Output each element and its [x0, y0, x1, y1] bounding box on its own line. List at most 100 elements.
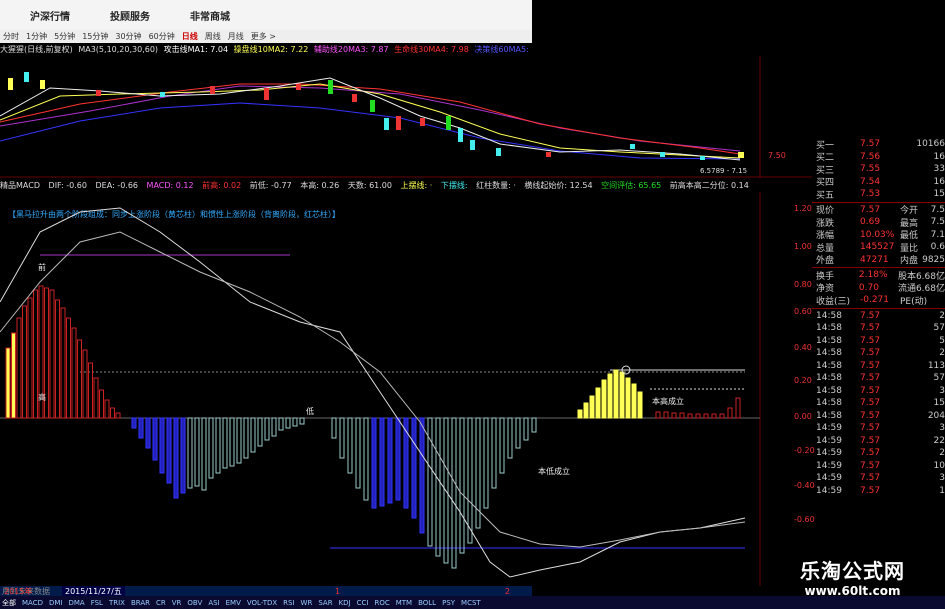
macd-bar	[131, 417, 137, 429]
indicator-tab[interactable]: MTM	[396, 599, 412, 607]
macd-bar	[507, 417, 513, 459]
indicator-tab[interactable]: RSI	[283, 599, 294, 607]
bid-row[interactable]: 买一 7.57 10166	[812, 138, 945, 151]
tick-row: 14:58 7.57 15	[812, 397, 945, 410]
macd-bar	[138, 417, 144, 439]
macd-bar	[371, 417, 377, 509]
tick-row: 14:58 7.57 57	[812, 322, 945, 335]
macd-bar	[499, 417, 505, 474]
stat-row: 外盘 47271 内盘 9825	[812, 254, 945, 267]
macd-bar	[711, 413, 717, 419]
candle	[396, 116, 401, 130]
macd-bar	[637, 391, 643, 419]
y-tick: 0.20	[794, 376, 812, 385]
stat-key2: 今开	[900, 206, 919, 217]
indicator-tab[interactable]: TRIX	[109, 599, 125, 607]
tick-time: 14:58	[816, 373, 842, 384]
candle	[420, 118, 425, 126]
indicator-tab[interactable]: KDJ	[339, 599, 351, 607]
indicator-tab[interactable]: FSL	[91, 599, 103, 607]
macd-prev-low: 前低: -0.77	[249, 181, 292, 190]
indicator-tab[interactable]: VR	[172, 599, 182, 607]
indicator-name: 大猩猩(日线,前复权)	[0, 45, 73, 54]
candle	[210, 86, 215, 94]
stat-key: 涨幅	[816, 231, 835, 242]
macd-bar	[243, 417, 249, 459]
macd-bar	[33, 289, 38, 419]
bid-row[interactable]: 买四 7.54 16	[812, 176, 945, 189]
watermark-url: www.60lt.com	[804, 584, 901, 598]
tab-period-4[interactable]: 30分钟	[115, 31, 141, 42]
indicator-tab[interactable]: MACD	[22, 599, 43, 607]
bid-row[interactable]: 买三 7.55 33	[812, 163, 945, 176]
stats-list: 现价 7.57 今开 7.5 涨跌 0.69 最高 7.5 涨幅 10.03% 最低 7.1 总量 145…	[812, 204, 945, 267]
tab-period-7[interactable]: 周线	[205, 31, 221, 42]
tab-period-5[interactable]: 60分钟	[149, 31, 175, 42]
bid-label: 买四	[816, 178, 835, 189]
tab-period-0[interactable]: 分时	[3, 31, 19, 42]
indicator-tab[interactable]: ROC	[374, 599, 389, 607]
tab-period-6[interactable]: 日线	[182, 31, 198, 42]
stat-value: 0.70	[858, 282, 879, 293]
macd-bar	[719, 413, 725, 419]
watermark: 乐淘公式网 www.60lt.com	[760, 555, 945, 609]
tick-price: 7.57	[860, 410, 881, 421]
date-row: 2015年 2015/11/27/五 1 2	[0, 585, 532, 597]
candle	[296, 84, 301, 90]
macd-bar	[531, 417, 537, 433]
bid-row[interactable]: 买二 7.56 16	[812, 151, 945, 164]
indicator-tab[interactable]: DMI	[49, 599, 63, 607]
bid-row[interactable]: 买五 7.53 15	[812, 188, 945, 201]
candlestick-chart[interactable]: 7.50 6.5789 - 7.15	[0, 56, 812, 178]
tick-price: 7.57	[860, 435, 881, 446]
candle	[370, 100, 375, 112]
indicator-tab[interactable]: PSY	[442, 599, 455, 607]
macd-bar	[236, 417, 242, 464]
macd-value: MACD: 0.12	[146, 181, 194, 190]
tab-period-2[interactable]: 5分钟	[54, 31, 75, 42]
indicator-tab[interactable]: CR	[156, 599, 166, 607]
tick-volume: 22	[933, 435, 945, 446]
indicator-tab[interactable]: EMV	[226, 599, 241, 607]
indicator-tab[interactable]: SAR	[318, 599, 332, 607]
indicator-tab[interactable]: BOLL	[418, 599, 436, 607]
stat-key: 净资	[816, 284, 835, 295]
macd-chart[interactable]: 前 高 低 本高成立 本低成立	[0, 192, 812, 586]
macd-bar	[66, 317, 71, 419]
macd-bar	[222, 417, 228, 469]
indicator-tab[interactable]: OBV	[187, 599, 202, 607]
indicator-tab[interactable]: 全部	[2, 598, 16, 608]
tab-period-more[interactable]: 更多 >	[251, 31, 276, 42]
tab-period-8[interactable]: 月线	[228, 31, 244, 42]
tab-period-3[interactable]: 15分钟	[82, 31, 108, 42]
indicator-tab[interactable]: DMA	[68, 599, 84, 607]
tick-price: 7.57	[860, 423, 881, 434]
macd-histogram	[5, 285, 741, 569]
stat-row: 总量 145527 量比 0.6	[812, 241, 945, 254]
tick-price: 7.57	[860, 448, 881, 459]
macd-bar	[27, 297, 33, 419]
indicator-tab[interactable]: CCI	[357, 599, 369, 607]
indicator-tab[interactable]: VOL-TDX	[247, 599, 277, 607]
candle	[700, 156, 705, 160]
tick-price: 7.57	[860, 460, 881, 471]
menu-market[interactable]: 沪深行情	[30, 8, 70, 23]
tab-period-1[interactable]: 1分钟	[26, 31, 47, 42]
candle	[630, 144, 635, 149]
menu-mall[interactable]: 非常商城	[190, 8, 230, 23]
ma-attack: 攻击线MA1: 7.04	[163, 45, 229, 54]
macd-bar	[347, 417, 353, 474]
tick-volume: 2	[939, 310, 945, 321]
tick-volume: 113	[927, 360, 945, 371]
menu-advisory[interactable]: 投顾服务	[110, 8, 150, 23]
indicator-tab[interactable]: WR	[301, 599, 313, 607]
macd-bar	[663, 411, 669, 419]
macd-bar	[187, 417, 193, 489]
bid-label: 买二	[816, 153, 835, 164]
macd-bar	[625, 377, 631, 419]
indicator-tab[interactable]: ASI	[208, 599, 219, 607]
candle	[96, 90, 101, 96]
indicator-tab[interactable]: MCST	[461, 599, 481, 607]
indicator-tab[interactable]: BRAR	[131, 599, 150, 607]
macd-bar	[735, 397, 741, 419]
